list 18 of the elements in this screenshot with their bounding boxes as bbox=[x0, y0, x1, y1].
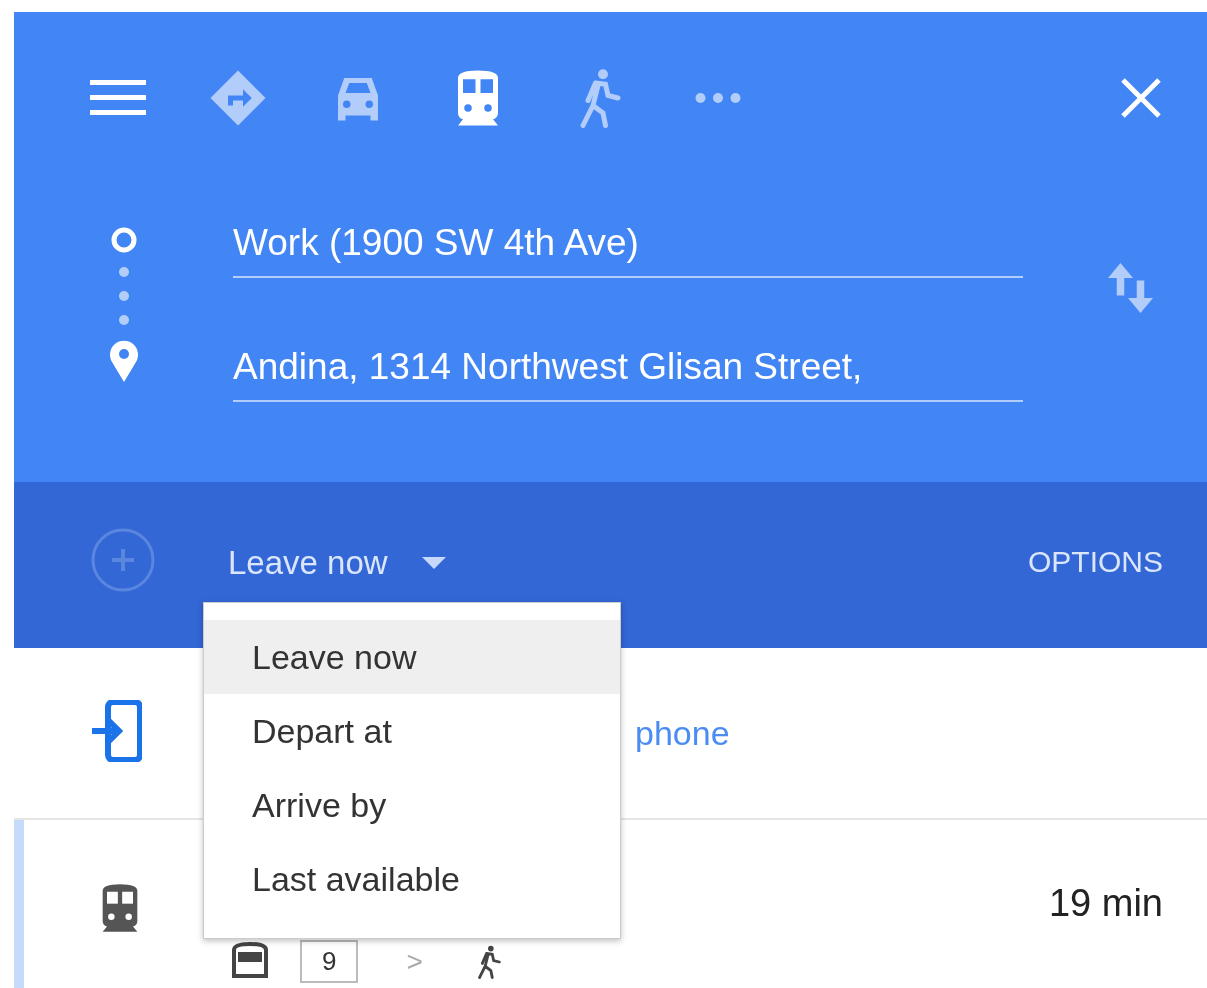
line-number: 9 bbox=[300, 940, 359, 983]
time-dropdown[interactable]: Leave now bbox=[228, 544, 446, 582]
menu-item[interactable]: Leave now bbox=[204, 620, 620, 694]
menu-item[interactable]: Arrive by bbox=[204, 768, 620, 842]
close-icon[interactable] bbox=[1119, 76, 1163, 120]
send-to-device-icon bbox=[90, 700, 142, 762]
menu-item[interactable]: Last available bbox=[204, 842, 620, 916]
send-to-phone-link[interactable]: phone bbox=[635, 713, 730, 753]
destination-field[interactable]: Andina, 1314 Northwest Glisan Street, bbox=[233, 346, 1023, 402]
add-destination-icon[interactable] bbox=[90, 527, 156, 593]
origin-field[interactable]: Work (1900 SW 4th Ave) bbox=[233, 222, 1023, 278]
menu-icon[interactable] bbox=[90, 78, 146, 118]
options-button[interactable]: OPTIONS bbox=[1028, 545, 1163, 579]
route-duration: 19 min bbox=[1048, 882, 1163, 925]
directions-diamond-icon[interactable] bbox=[208, 68, 268, 128]
chevron-icon: > bbox=[406, 945, 423, 978]
caret-icon bbox=[421, 557, 446, 569]
menu-item[interactable]: Depart at bbox=[204, 694, 620, 768]
